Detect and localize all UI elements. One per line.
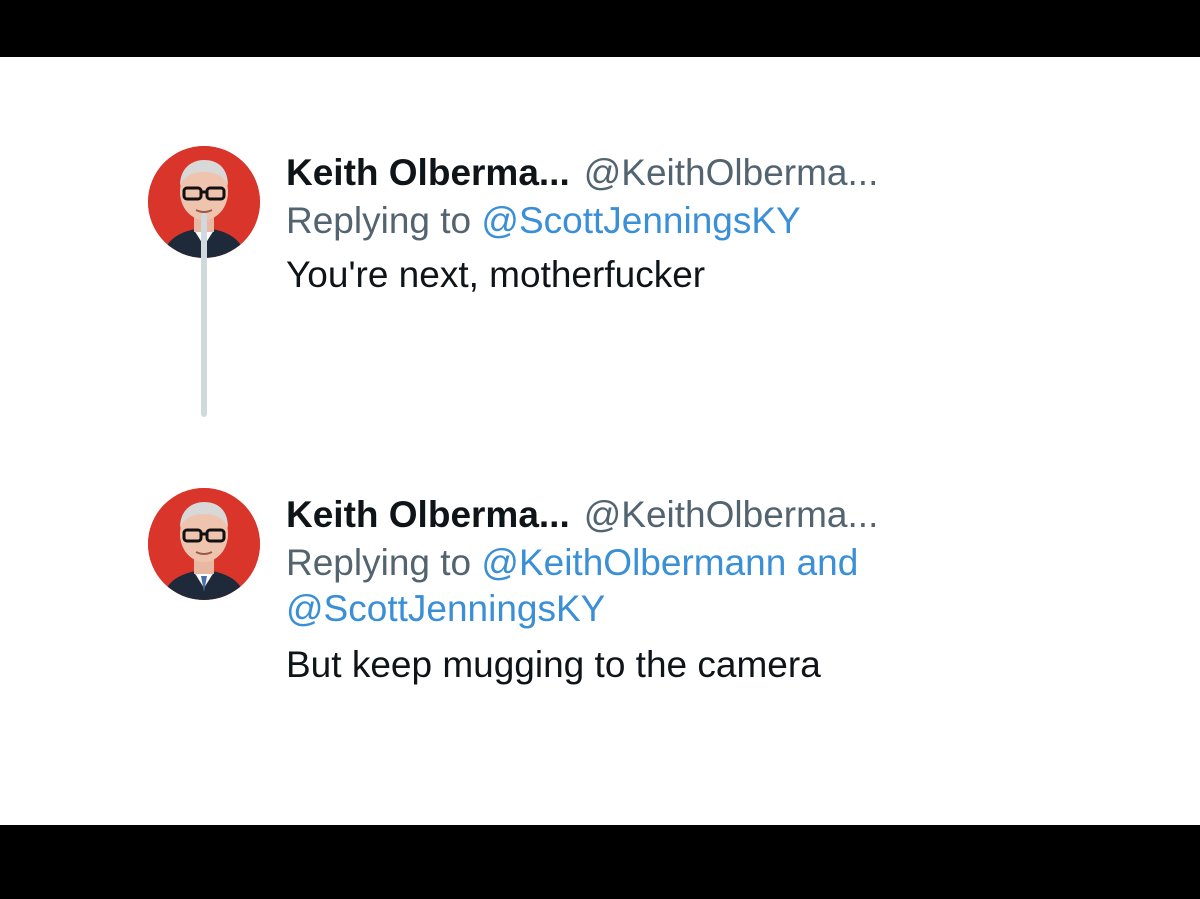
replying-to: Replying to @KeithOlbermann and @ScottJe… bbox=[286, 540, 1106, 632]
tweet-content: Keith Olberma... @KeithOlberma... Replyin… bbox=[286, 150, 1106, 298]
thread-connector-line bbox=[201, 213, 207, 417]
replying-prefix: Replying to bbox=[286, 200, 472, 241]
letterbox-bottom bbox=[0, 825, 1200, 899]
mention-link[interactable]: @ScottJenningsKY bbox=[286, 588, 605, 629]
display-name[interactable]: Keith Olberma... bbox=[286, 152, 570, 193]
avatar[interactable] bbox=[148, 488, 260, 600]
tweet-header: Keith Olberma... @KeithOlberma... bbox=[286, 150, 1106, 196]
display-name[interactable]: Keith Olberma... bbox=[286, 494, 570, 535]
letterbox-top bbox=[0, 0, 1200, 57]
handle[interactable]: @KeithOlberma... bbox=[584, 494, 879, 535]
replying-to: Replying to @ScottJenningsKY bbox=[286, 198, 1106, 244]
tweet-header: Keith Olberma... @KeithOlberma... bbox=[286, 492, 1106, 538]
mention-link[interactable]: @ScottJenningsKY bbox=[481, 200, 800, 241]
tweet-thread-canvas: Keith Olberma... @KeithOlberma... Replyin… bbox=[0, 57, 1200, 825]
tweet-text: But keep mugging to the camera bbox=[286, 644, 821, 685]
profile-photo-icon bbox=[148, 488, 260, 600]
tweet-content: Keith Olberma... @KeithOlberma... Replyin… bbox=[286, 492, 1106, 688]
tweet-text: You're next, motherfucker bbox=[286, 254, 706, 295]
mention-link[interactable]: @KeithOlbermann and bbox=[481, 542, 858, 583]
handle[interactable]: @KeithOlberma... bbox=[584, 152, 879, 193]
replying-prefix: Replying to bbox=[286, 542, 472, 583]
